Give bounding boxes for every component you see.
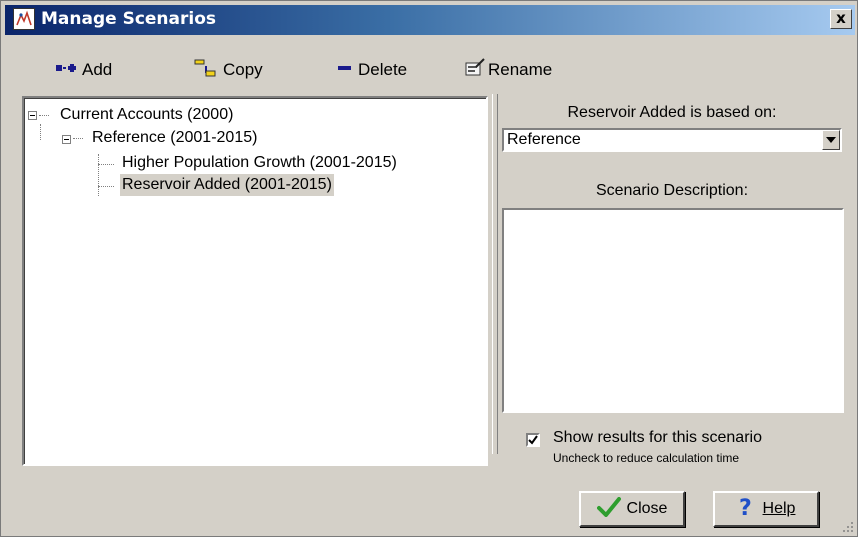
tree-connector [39,115,49,116]
tree-connector [98,164,114,165]
window-title: Manage Scenarios [41,9,217,29]
description-textarea[interactable] [502,208,844,413]
tree-connector [73,138,83,139]
close-button-label: Close [626,500,668,517]
collapse-icon[interactable] [62,135,71,144]
manage-scenarios-dialog: Manage Scenarios x Add Copy Delete Renam… [0,0,858,537]
add-icon [55,60,77,80]
chevron-down-icon[interactable] [822,130,840,150]
copy-label: Copy [223,60,263,79]
collapse-icon[interactable] [28,111,37,120]
delete-button[interactable]: Delete [337,55,407,85]
tree-item-label: Reservoir Added (2001-2015) [120,174,334,196]
add-label: Add [82,60,113,79]
tree-item-label: Higher Population Growth (2001-2015) [122,154,397,171]
based-on-label: Reservoir Added is based on: [567,104,777,121]
tree-connector [98,154,99,196]
tree-connector [40,124,41,140]
tree-item-label: Current Accounts (2000) [60,106,234,123]
show-results-hint: Uncheck to reduce calculation time [553,451,740,465]
tree-connector [98,186,114,187]
delete-icon [337,60,353,80]
help-button[interactable]: ? Help [713,491,819,527]
resize-grip-icon[interactable] [840,519,854,533]
based-on-value: Reference [507,131,581,148]
checkmark-icon [596,496,621,522]
rename-button[interactable]: Rename [464,55,552,85]
copy-icon [192,58,218,83]
help-button-label: Help [762,500,796,517]
show-results-checkbox[interactable] [526,433,540,447]
description-label: Scenario Description: [595,182,749,199]
add-button[interactable]: Add [55,55,112,85]
close-button[interactable]: Close [579,491,685,527]
show-results-label: Show results for this scenario [553,429,762,446]
checkmark-icon [528,435,538,445]
close-window-button[interactable]: x [830,9,852,29]
title-bar[interactable]: Manage Scenarios x [5,5,855,35]
panel-splitter[interactable] [492,94,498,454]
rename-label: Rename [488,60,553,79]
svg-text:?: ? [739,496,752,519]
delete-label: Delete [358,60,408,79]
scenario-details-panel: Reservoir Added is based on: Reference S… [502,96,846,476]
tree-item-label: Reference (2001-2015) [92,129,258,146]
copy-button[interactable]: Copy [192,55,263,85]
question-icon: ? [737,495,757,524]
based-on-select[interactable]: Reference [502,128,842,152]
rename-icon [464,57,486,83]
scenario-tree[interactable]: Current Accounts (2000) Reference (2001-… [22,96,488,466]
app-icon [13,8,35,30]
toolbar: Add Copy Delete Rename [5,55,855,91]
